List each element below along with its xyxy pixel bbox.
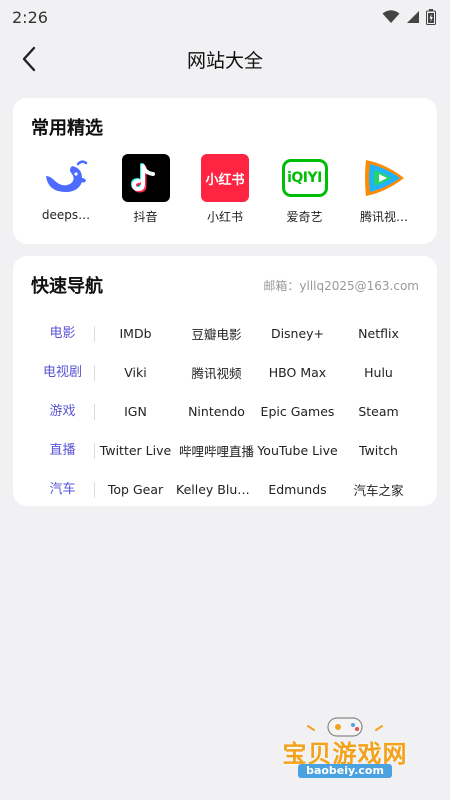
nav-link[interactable]: Steam xyxy=(338,404,419,419)
quick-nav-card: 快速导航 邮箱：ylllq2025@163.com 电影 IMDb 豆瓣电影 D… xyxy=(13,256,437,506)
wifi-icon xyxy=(382,10,400,23)
nav-link[interactable]: Twitch xyxy=(338,443,419,458)
nav-category[interactable]: 直播 xyxy=(31,442,95,459)
nav-link[interactable]: IGN xyxy=(95,404,176,419)
favorite-label: 腾讯视… xyxy=(359,210,408,224)
deepseek-whale-icon xyxy=(42,154,90,202)
battery-icon xyxy=(426,9,436,25)
status-icons xyxy=(382,9,436,25)
signal-icon xyxy=(407,11,419,23)
app-header: 网站大全 xyxy=(0,34,450,84)
quick-nav-header: 快速导航 邮箱：ylllq2025@163.com xyxy=(31,272,419,298)
chevron-left-icon xyxy=(22,46,36,72)
nav-link[interactable]: Viki xyxy=(95,365,176,380)
nav-link[interactable]: Edmunds xyxy=(257,482,338,497)
favorites-list: deeps… 抖音 小红书 小红书 iQIYI 爱奇艺 腾讯视… xyxy=(31,154,419,225)
nav-link[interactable]: 豆瓣电影 xyxy=(176,324,257,343)
nav-link[interactable]: Hulu xyxy=(338,365,419,380)
nav-row-tv: 电视剧 Viki 腾讯视频 HBO Max Hulu xyxy=(31,353,419,392)
nav-category[interactable]: 电视剧 xyxy=(31,364,95,381)
nav-link[interactable]: Disney+ xyxy=(257,326,338,341)
nav-category[interactable]: 游戏 xyxy=(31,403,95,420)
favorite-item-tencent-video[interactable]: 腾讯视… xyxy=(351,154,417,225)
nav-category[interactable]: 汽车 xyxy=(31,481,95,498)
watermark-url: baobeiy.com xyxy=(298,764,392,778)
favorite-item-iqiyi[interactable]: iQIYI 爱奇艺 xyxy=(272,154,338,225)
quick-nav-title: 快速导航 xyxy=(31,276,103,297)
favorites-card: 常用精选 deeps… 抖音 小红书 小红书 iQIYI 爱奇艺 腾讯视… xyxy=(13,98,437,244)
status-bar: 2:26 xyxy=(0,0,450,34)
status-time: 2:26 xyxy=(12,7,48,27)
favorites-title: 常用精选 xyxy=(31,118,103,139)
iqiyi-icon: iQIYI xyxy=(281,154,329,202)
nav-link[interactable]: Top Gear xyxy=(95,482,176,497)
watermark: 宝贝游戏网 baobeiy.com xyxy=(270,712,420,790)
favorite-item-deepseek[interactable]: deeps… xyxy=(33,154,99,225)
nav-link[interactable]: 汽车之家 xyxy=(338,480,419,499)
nav-row-movies: 电影 IMDb 豆瓣电影 Disney+ Netflix xyxy=(31,314,419,353)
douyin-icon xyxy=(121,154,170,202)
favorite-label: deeps… xyxy=(41,208,91,222)
nav-row-cars: 汽车 Top Gear Kelley Blue B… Edmunds 汽车之家 xyxy=(31,470,419,509)
xiaohongshu-icon: 小红书 xyxy=(201,154,249,202)
nav-link[interactable]: 哔哩哔哩直播 xyxy=(176,441,257,460)
nav-link[interactable]: Nintendo xyxy=(176,404,257,419)
nav-category[interactable]: 电影 xyxy=(31,325,95,342)
nav-link[interactable]: YouTube Live xyxy=(257,443,338,458)
nav-link[interactable]: Netflix xyxy=(338,326,419,341)
nav-link[interactable]: Epic Games xyxy=(257,404,338,419)
contact-email: 邮箱：ylllq2025@163.com xyxy=(263,278,419,293)
favorite-label: 小红书 xyxy=(206,210,243,224)
page-title: 网站大全 xyxy=(186,49,263,72)
nav-link[interactable]: HBO Max xyxy=(257,365,338,380)
favorite-label: 抖音 xyxy=(133,210,158,224)
xiaohongshu-logo-text: 小红书 xyxy=(205,172,245,188)
nav-link[interactable]: IMDb xyxy=(95,326,176,341)
nav-row-live: 直播 Twitter Live 哔哩哔哩直播 YouTube Live Twit… xyxy=(31,431,419,470)
back-button[interactable] xyxy=(12,42,46,76)
tencent-video-icon xyxy=(360,154,408,202)
iqiyi-logo-text: iQIYI xyxy=(287,170,322,186)
nav-link[interactable]: Kelley Blue B… xyxy=(176,482,257,497)
nav-link[interactable]: 腾讯视频 xyxy=(176,363,257,382)
favorite-label: 爱奇艺 xyxy=(286,210,323,224)
nav-row-games: 游戏 IGN Nintendo Epic Games Steam xyxy=(31,392,419,431)
favorite-item-xiaohongshu[interactable]: 小红书 小红书 xyxy=(192,154,258,225)
quick-nav-table: 电影 IMDb 豆瓣电影 Disney+ Netflix 电视剧 Viki 腾讯… xyxy=(31,314,419,509)
favorite-item-douyin[interactable]: 抖音 xyxy=(113,154,179,225)
nav-link[interactable]: Twitter Live xyxy=(95,443,176,458)
